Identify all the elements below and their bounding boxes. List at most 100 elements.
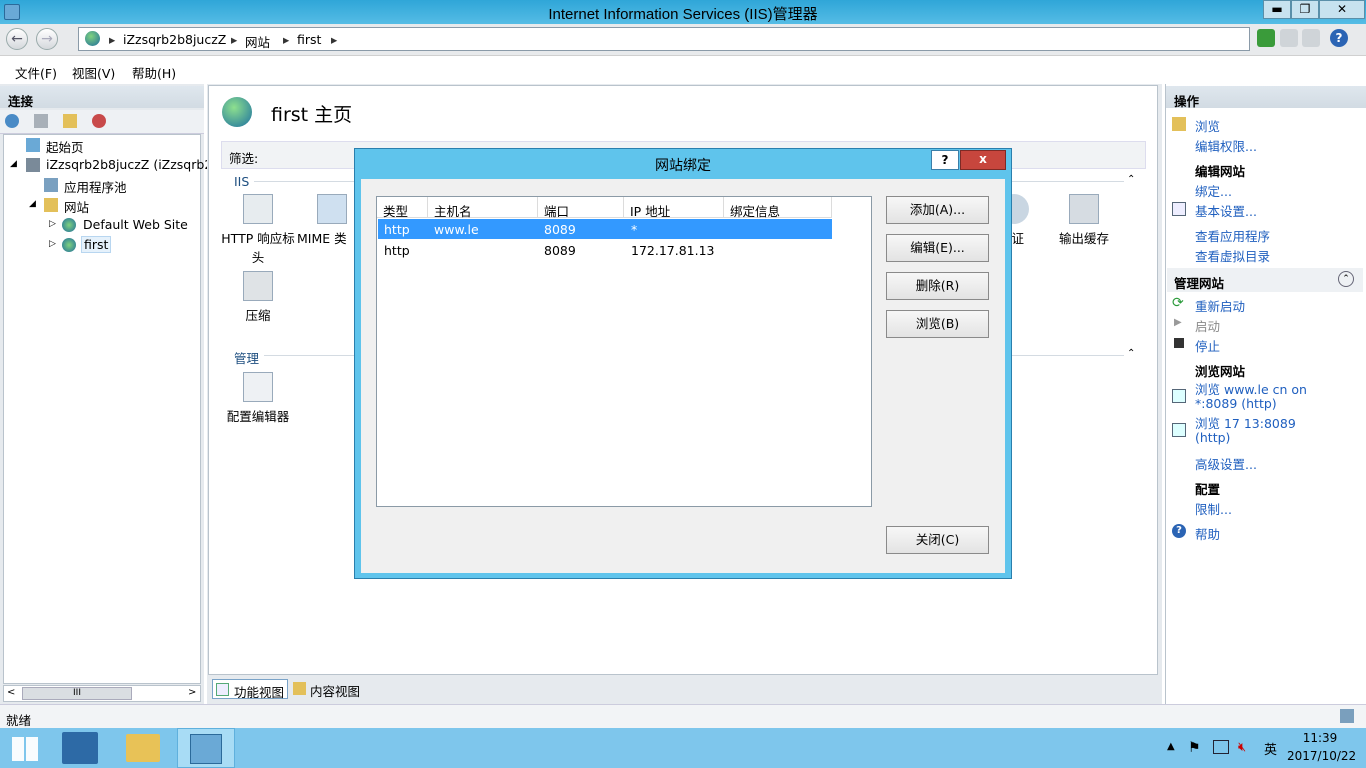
collapse-arrow-icon[interactable]: ▷ [49, 239, 56, 249]
collapse-arrow-icon[interactable]: ▷ [49, 219, 56, 229]
refresh-icon[interactable] [1257, 29, 1275, 47]
collapse-section-icon[interactable]: ⌃ [1127, 174, 1135, 185]
flag-icon[interactable]: ⚑ [1188, 740, 1201, 756]
volume-muted-icon[interactable]: 🔇︎ [1238, 740, 1246, 755]
server-manager-icon[interactable] [62, 732, 98, 764]
breadcrumb-server[interactable]: iZzsqrb2b8juczZ [123, 32, 226, 47]
window-title: Internet Information Services (IIS)管理器 [548, 6, 818, 23]
dialog-close-button[interactable]: x [960, 150, 1006, 170]
save-icon[interactable] [34, 114, 48, 128]
scroll-thumb[interactable]: III [22, 687, 132, 700]
feature-http-headers[interactable]: HTTP 响应标头 [221, 194, 295, 266]
cell-port: 8089 [544, 243, 576, 258]
action-view-vdirs[interactable]: 查看虚拟目录 [1195, 246, 1270, 265]
file-explorer-icon[interactable] [126, 734, 160, 762]
actions-panel: 操作 浏览 编辑权限... 编辑网站 绑定... 基本设置... 查看应用程序 … [1165, 84, 1366, 704]
action-browse[interactable]: 浏览 [1195, 116, 1220, 135]
action-help[interactable]: 帮助 [1195, 524, 1220, 543]
help-icon[interactable]: ? [1330, 29, 1348, 47]
feature-config-editor[interactable]: 配置编辑器 [221, 372, 295, 425]
tree-item-sites[interactable]: 网站 [64, 197, 89, 216]
action-bindings[interactable]: 绑定... [1195, 181, 1232, 200]
page-title: first 主页 [271, 104, 353, 126]
dialog-help-button[interactable]: ? [931, 150, 959, 170]
action-restart[interactable]: 重新启动 [1195, 296, 1245, 315]
tree-item-server[interactable]: iZzsqrb2b8juczZ (iZzsqrb2b [46, 157, 220, 172]
http-headers-icon [243, 194, 273, 224]
ime-indicator[interactable]: 英 [1264, 739, 1277, 758]
scroll-right-icon[interactable]: > [188, 687, 196, 698]
cell-type: http [384, 222, 410, 237]
close-button[interactable]: ✕ [1319, 0, 1365, 19]
table-row[interactable]: http 8089 172.17.81.13 [378, 240, 832, 260]
expand-arrow-icon[interactable]: ◢ [29, 199, 36, 209]
remove-binding-button[interactable]: 删除(R) [886, 272, 989, 300]
clock-date[interactable]: 2017/10/22 [1287, 749, 1356, 763]
stop-icon [1174, 338, 1184, 348]
feature-compression[interactable]: 压缩 [221, 271, 295, 324]
back-button[interactable]: ← [6, 28, 28, 50]
network-icon[interactable] [1213, 740, 1229, 754]
action-view-apps[interactable]: 查看应用程序 [1195, 226, 1270, 245]
clock-time[interactable]: 11:39 [1300, 731, 1340, 745]
action-stop[interactable]: 停止 [1195, 336, 1220, 355]
feature-label: MIME 类 [297, 231, 347, 246]
scroll-left-icon[interactable]: < [7, 687, 15, 698]
connect-icon[interactable] [5, 114, 19, 128]
breadcrumb-sites[interactable]: 网站 [245, 32, 270, 51]
add-binding-button[interactable]: 添加(A)... [886, 196, 989, 224]
column-header-ip[interactable]: IP 地址 [624, 197, 724, 219]
action-basic-settings[interactable]: 基本设置... [1195, 201, 1257, 220]
menu-file[interactable]: 文件(F) [15, 63, 57, 82]
disconnect-icon[interactable] [92, 114, 106, 128]
windows-start-icon[interactable] [12, 737, 38, 761]
feature-label: 输出缓存 [1058, 231, 1109, 246]
tab-content-view[interactable]: 内容视图 [291, 679, 367, 699]
action-browse-ip-line2[interactable]: (http) [1195, 430, 1230, 445]
column-header-host[interactable]: 主机名 [428, 197, 538, 219]
breadcrumb[interactable]: ▸ iZzsqrb2b8juczZ ▸ 网站 ▸ first ▸ [78, 27, 1250, 51]
menu-help[interactable]: 帮助(H) [132, 63, 176, 82]
features-view-icon [216, 683, 229, 696]
home-icon[interactable] [1302, 29, 1320, 47]
taskbar: ▲ ⚑ 🔇︎ 英 11:39 2017/10/22 [0, 728, 1366, 768]
edit-binding-button[interactable]: 编辑(E)... [886, 234, 989, 262]
tree-item-app-pools[interactable]: 应用程序池 [64, 177, 127, 196]
maximize-button[interactable]: ❐ [1291, 0, 1319, 19]
column-header-info[interactable]: 绑定信息 [724, 197, 832, 219]
horizontal-scrollbar[interactable]: < III > [3, 685, 201, 702]
collapse-icon[interactable]: ⌃ [1338, 271, 1354, 287]
action-advanced-settings[interactable]: 高级设置... [1195, 454, 1257, 473]
breadcrumb-site[interactable]: first [297, 32, 321, 47]
app-pool-icon [44, 178, 58, 192]
minimize-button[interactable]: ▬ [1263, 0, 1291, 19]
action-limits[interactable]: 限制... [1195, 499, 1232, 518]
network-status-icon [1340, 709, 1354, 723]
forward-button[interactable]: → [36, 28, 58, 50]
title-bar: Internet Information Services (IIS)管理器 ▬… [0, 0, 1366, 24]
breadcrumb-separator-icon: ▸ [231, 32, 238, 47]
tree-item-start-page[interactable]: 起始页 [46, 137, 84, 156]
menu-view[interactable]: 视图(V) [72, 63, 115, 82]
tab-features-view[interactable]: 功能视图 [212, 679, 288, 700]
output-cache-icon [1069, 194, 1099, 224]
collapse-section-icon[interactable]: ⌃ [1127, 348, 1135, 359]
expand-arrow-icon[interactable]: ◢ [10, 159, 17, 169]
tree-item-first[interactable]: first [81, 236, 112, 253]
dialog-body: 类型 主机名 端口 IP 地址 绑定信息 http www.le 8089 * … [361, 179, 1005, 573]
action-browse-host-line2[interactable]: *:8089 (http) [1195, 396, 1277, 411]
show-hidden-icons-icon[interactable]: ▲ [1167, 741, 1175, 752]
close-dialog-button[interactable]: 关闭(C) [886, 526, 989, 554]
iis-taskbar-button[interactable] [177, 728, 235, 768]
browse-binding-button[interactable]: 浏览(B) [886, 310, 989, 338]
feature-mime[interactable]: MIME 类 [297, 194, 347, 247]
column-header-port[interactable]: 端口 [538, 197, 624, 219]
tree-item-default-site[interactable]: Default Web Site [83, 217, 188, 232]
stop-icon[interactable] [1280, 29, 1298, 47]
cell-type: http [384, 243, 410, 258]
table-row-selected[interactable]: http www.le 8089 * [378, 219, 832, 239]
column-header-type[interactable]: 类型 [377, 197, 428, 219]
feature-output-cache[interactable]: 输出缓存 [1047, 194, 1121, 247]
action-edit-permissions[interactable]: 编辑权限... [1195, 136, 1257, 155]
up-folder-icon[interactable] [63, 114, 77, 128]
